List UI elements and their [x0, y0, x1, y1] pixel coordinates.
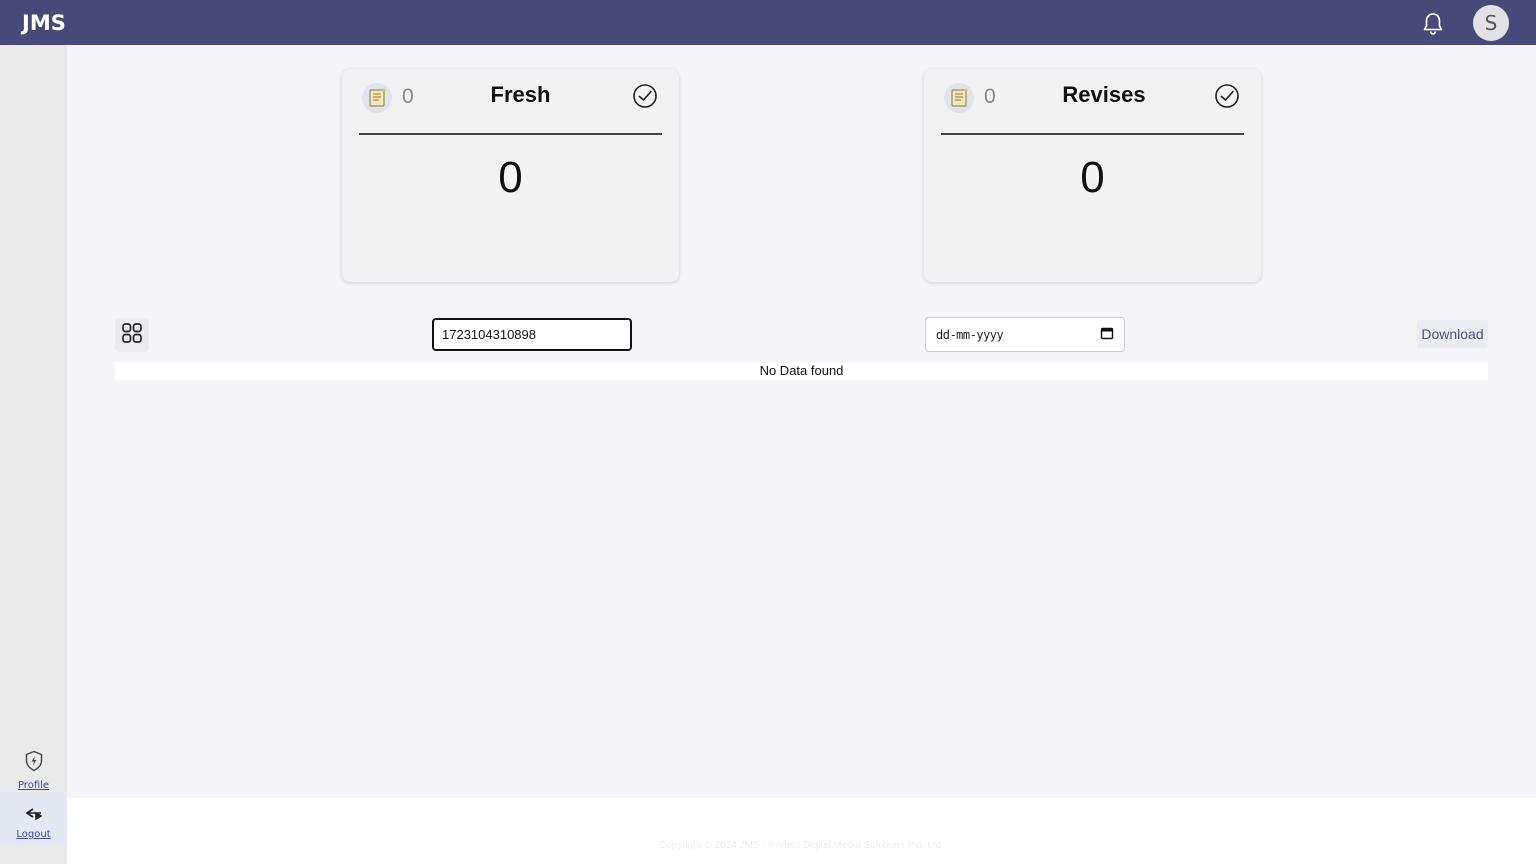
shield-bolt-icon [24, 750, 44, 776]
empty-table-message: No Data found [115, 362, 1488, 380]
sidebar-item-profile[interactable]: Profile [0, 750, 67, 798]
card-value: 0 [1080, 153, 1105, 202]
card-divider [941, 133, 1244, 135]
check-circle-icon[interactable] [1214, 83, 1240, 109]
check-circle-icon[interactable] [632, 83, 658, 109]
search-input[interactable] [432, 318, 632, 351]
user-avatar[interactable]: S [1473, 5, 1509, 41]
grid-view-button[interactable] [115, 318, 149, 352]
sidebar: Profile Logout [0, 45, 67, 864]
grid-icon [121, 322, 143, 348]
sidebar-item-label[interactable]: Profile [18, 780, 49, 791]
date-input[interactable]: dd-mm-yyyy [925, 317, 1125, 352]
brand-logo[interactable]: JMS [22, 0, 66, 45]
fresh-card: 0 Fresh 0 [342, 69, 679, 282]
logout-arrow-icon [24, 806, 44, 825]
revises-card: 0 Revises 0 [924, 69, 1261, 282]
card-value: 0 [498, 153, 523, 202]
card-divider [359, 133, 662, 135]
calendar-icon[interactable] [1100, 325, 1114, 344]
bell-icon[interactable] [1420, 11, 1446, 37]
sidebar-item-logout[interactable]: Logout [0, 792, 67, 845]
top-navbar: JMS S [0, 0, 1536, 45]
footer-copyright: Copyright © 2024 JMS - Perfect Digital M… [658, 840, 945, 851]
download-button[interactable]: Download [1417, 320, 1488, 348]
footer: Copyright © 2024 JMS - Perfect Digital M… [67, 798, 1536, 864]
sidebar-item-label[interactable]: Logout [16, 829, 50, 840]
date-placeholder: dd-mm-yyyy [936, 327, 1004, 342]
